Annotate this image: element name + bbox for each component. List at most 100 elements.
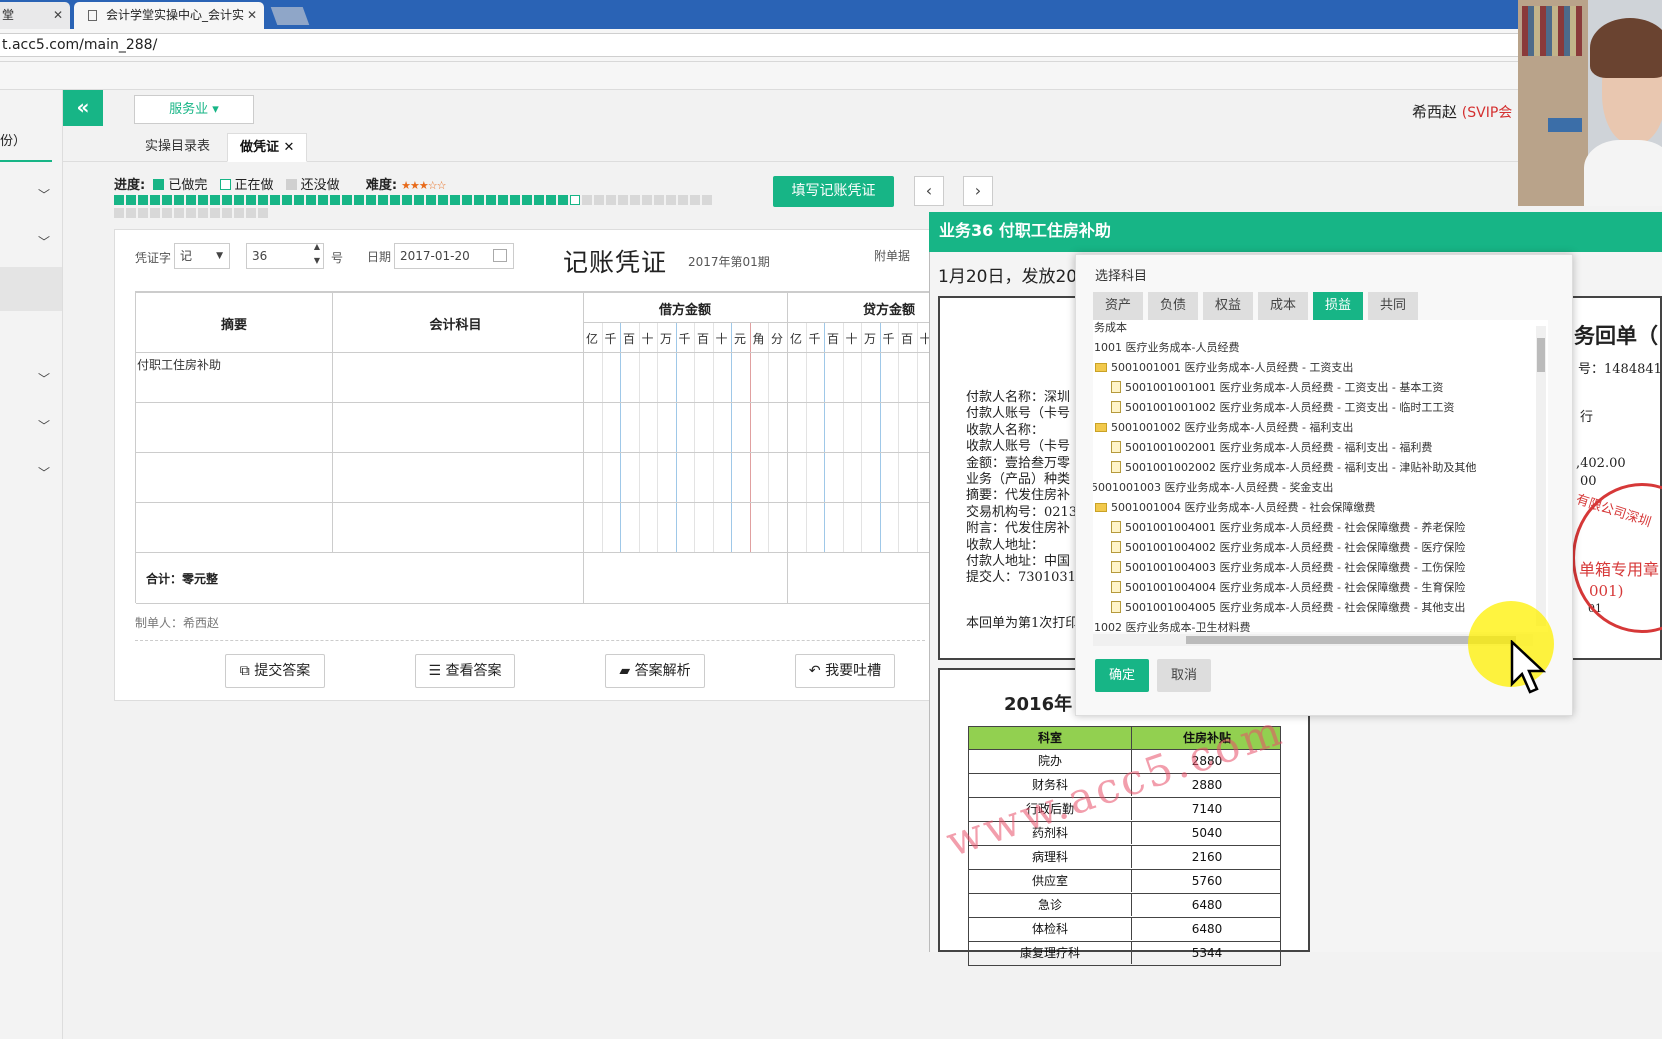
progress-cell[interactable] — [222, 208, 232, 218]
progress-cell[interactable] — [402, 195, 412, 205]
tree-item[interactable]: 5001001002001 医疗业务成本-人员经费 - 福利支出 - 福利费 — [1111, 439, 1432, 457]
tree-item[interactable]: 5001001001 医疗业务成本-人员经费 - 工资支出 — [1095, 359, 1353, 377]
progress-cell[interactable] — [270, 195, 280, 205]
progress-cell[interactable] — [162, 208, 172, 218]
subject-tab[interactable]: 资产 — [1093, 292, 1143, 320]
progress-cell[interactable] — [246, 208, 256, 218]
subject-tab[interactable]: 共同 — [1368, 292, 1418, 320]
tree-item[interactable]: 1002 医疗业务成本-卫生材料费 — [1094, 619, 1250, 632]
voucher-subject-cell[interactable] — [333, 353, 583, 402]
progress-cell[interactable] — [114, 208, 124, 218]
progress-cell[interactable] — [414, 195, 424, 205]
voucher-summary-cell[interactable] — [136, 452, 332, 502]
collapse-sidebar-button[interactable]: « — [63, 90, 103, 126]
progress-cell[interactable] — [198, 208, 208, 218]
progress-cell[interactable] — [366, 195, 376, 205]
progress-cell[interactable] — [294, 195, 304, 205]
fill-voucher-button[interactable]: 填写记账凭证 — [773, 176, 894, 207]
voucher-word-select[interactable]: 记 ▼ — [174, 243, 230, 269]
progress-cell[interactable] — [666, 195, 676, 205]
progress-cell[interactable] — [210, 208, 220, 218]
progress-cell[interactable] — [630, 195, 640, 205]
progress-cell[interactable] — [222, 195, 232, 205]
progress-cell[interactable] — [582, 195, 592, 205]
progress-cell[interactable] — [606, 195, 616, 205]
tab-catalog[interactable]: 实操目录表 — [133, 133, 222, 162]
tree-item[interactable]: 5001001002002 医疗业务成本-人员经费 - 福利支出 - 津贴补助及… — [1111, 459, 1476, 477]
progress-cell[interactable] — [234, 208, 244, 218]
progress-cell[interactable] — [318, 195, 328, 205]
close-icon[interactable]: ✕ — [284, 140, 295, 155]
date-field[interactable]: 2017-01-20 — [394, 243, 514, 269]
progress-cell[interactable] — [390, 195, 400, 205]
progress-cell[interactable] — [186, 195, 196, 205]
progress-cell[interactable] — [498, 195, 508, 205]
voucher-subject-cell[interactable] — [333, 403, 583, 452]
chevron-down-icon[interactable]: ﹀ — [36, 233, 52, 249]
browser-tab-active[interactable]: 会计学堂实操中心_会计实 ✕ — [74, 2, 264, 29]
progress-cell[interactable] — [258, 208, 268, 218]
progress-cell[interactable] — [174, 195, 184, 205]
tree-item[interactable]: 5001001004 医疗业务成本-人员经费 - 社会保障缴费 — [1095, 499, 1375, 517]
progress-cell[interactable] — [702, 195, 712, 205]
progress-cell[interactable] — [354, 195, 364, 205]
progress-cell[interactable] — [342, 195, 352, 205]
progress-cell[interactable] — [558, 195, 568, 205]
progress-cell[interactable] — [642, 195, 652, 205]
tree-item[interactable]: 5001001004004 医疗业务成本-人员经费 - 社会保障缴费 - 生育保… — [1111, 579, 1465, 597]
confirm-button[interactable]: 确定 — [1095, 659, 1149, 692]
voucher-number-stepper[interactable]: 36 ▲ ▼ — [246, 240, 324, 269]
tree-item[interactable]: 5001001002 医疗业务成本-人员经费 - 福利支出 — [1095, 419, 1353, 437]
progress-cell[interactable] — [126, 195, 136, 205]
chevron-down-icon[interactable]: ﹀ — [36, 464, 52, 480]
subject-tab[interactable]: 成本 — [1258, 292, 1308, 320]
subject-tab[interactable]: 权益 — [1203, 292, 1253, 320]
progress-cell[interactable] — [378, 195, 388, 205]
progress-cell[interactable] — [462, 195, 472, 205]
tree-item[interactable]: 5001001004003 医疗业务成本-人员经费 - 社会保障缴费 - 工伤保… — [1111, 559, 1465, 577]
tree-item[interactable]: 5001001004001 医疗业务成本-人员经费 - 社会保障缴费 - 养老保… — [1111, 519, 1465, 537]
new-tab-button[interactable] — [270, 7, 310, 25]
progress-cell[interactable] — [594, 195, 604, 205]
url-field[interactable]: t.acc5.com/main_288/ — [0, 33, 1522, 57]
progress-cell[interactable] — [426, 195, 436, 205]
complain-button[interactable]: ↶ 我要吐槽 — [795, 654, 895, 688]
subject-tab[interactable]: 负债 — [1148, 292, 1198, 320]
voucher-subject-cell[interactable] — [333, 503, 583, 552]
submit-answer-button[interactable]: ⧉ 提交答案 — [225, 654, 325, 688]
tree-item[interactable]: 1001 医疗业务成本-人员经费 — [1094, 339, 1239, 357]
tab-voucher[interactable]: 做凭证 ✕ — [227, 133, 308, 162]
tree-item[interactable]: 5001001001002 医疗业务成本-人员经费 - 工资支出 - 临时工工资 — [1111, 399, 1454, 417]
tree-item[interactable]: 5001001004002 医疗业务成本-人员经费 - 社会保障缴费 - 医疗保… — [1111, 539, 1465, 557]
progress-cell[interactable] — [306, 195, 316, 205]
progress-cell[interactable] — [258, 195, 268, 205]
progress-cell[interactable] — [150, 195, 160, 205]
progress-cell[interactable] — [282, 195, 292, 205]
stepper-arrows-icon[interactable]: ▲ ▼ — [314, 240, 320, 268]
chevron-down-icon[interactable]: ﹀ — [36, 370, 52, 386]
view-answer-button[interactable]: ☰ 查看答案 — [415, 654, 515, 688]
progress-cell[interactable] — [570, 195, 580, 205]
vertical-scrollbar[interactable] — [1536, 326, 1546, 626]
progress-cell[interactable] — [678, 195, 688, 205]
progress-cell[interactable] — [546, 195, 556, 205]
close-icon[interactable]: ✕ — [53, 2, 63, 29]
progress-cell[interactable] — [234, 195, 244, 205]
browser-tab-1[interactable]: 堂 ✕ — [0, 2, 70, 29]
close-icon[interactable]: ✕ — [247, 2, 257, 29]
cancel-button[interactable]: 取消 — [1157, 659, 1211, 692]
industry-select[interactable]: 服务业 ▾ — [134, 95, 254, 124]
progress-cell[interactable] — [618, 195, 628, 205]
chevron-down-icon[interactable]: ﹀ — [36, 417, 52, 433]
horizontal-scrollbar[interactable] — [1093, 634, 1533, 646]
progress-cell[interactable] — [330, 195, 340, 205]
progress-cell[interactable] — [690, 195, 700, 205]
progress-cell[interactable] — [534, 195, 544, 205]
progress-cell[interactable] — [150, 208, 160, 218]
subject-tab[interactable]: 损益 — [1313, 292, 1363, 320]
progress-cell[interactable] — [198, 195, 208, 205]
scrollbar-thumb[interactable] — [1186, 636, 1516, 644]
answer-analysis-button[interactable]: ▰ 答案解析 — [605, 654, 705, 688]
progress-cell[interactable] — [186, 208, 196, 218]
voucher-summary-cell[interactable] — [136, 502, 332, 552]
